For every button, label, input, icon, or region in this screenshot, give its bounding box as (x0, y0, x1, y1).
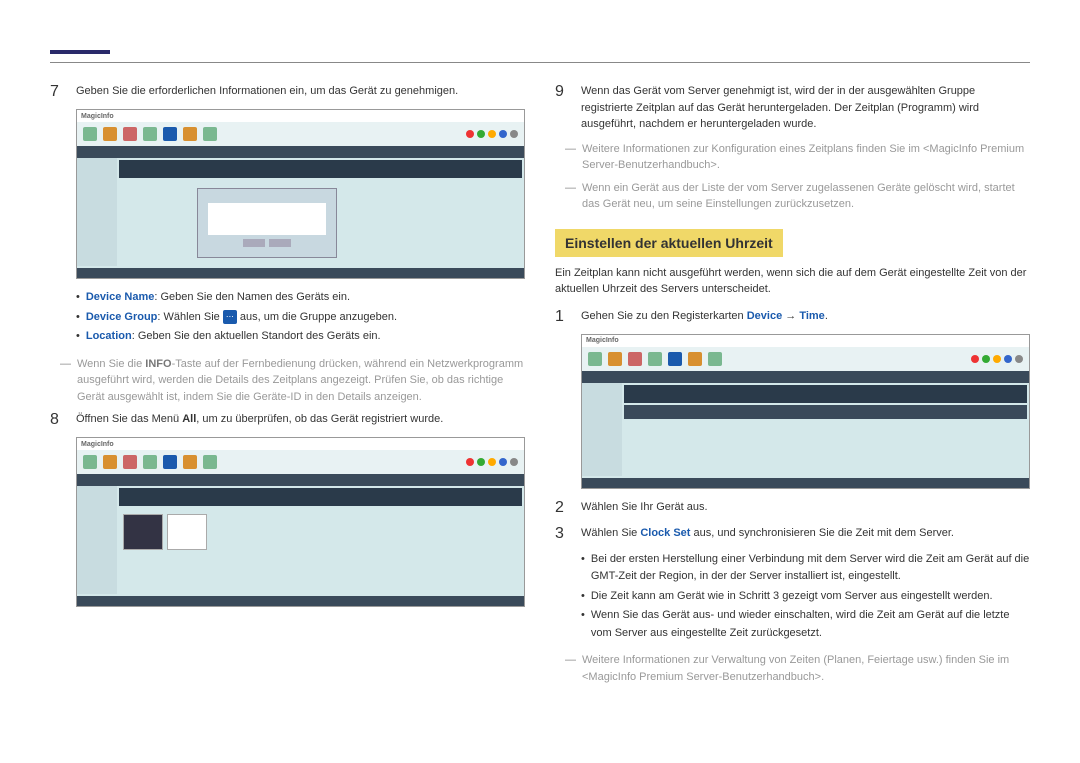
two-column-layout: 7 Geben Sie die erforderlichen Informati… (50, 83, 1030, 691)
bullet-step3: Die Zeit kann am Gerät wie in Schritt 3 … (581, 588, 1030, 606)
step-3: 3 Wählen Sie Clock Set aus, und synchron… (555, 525, 1030, 543)
step-9: 9 Wenn das Gerät vom Server genehmigt is… (555, 83, 1030, 133)
screenshot-toolbar (582, 347, 1029, 371)
step-number: 8 (50, 411, 66, 429)
section-heading: Einstellen der aktuellen Uhrzeit (555, 229, 783, 257)
screenshot-device-time: MagicInfo (581, 334, 1030, 489)
screenshot-toolbar (77, 122, 524, 146)
note-info-key: Wenn Sie die INFO-Taste auf der Fernbedi… (60, 356, 525, 406)
screenshot-toolbar (77, 450, 524, 474)
note-schedule-config: Weitere Informationen zur Konfiguration … (565, 141, 1030, 174)
step-text: Gehen Sie zu den Registerkarten Device →… (581, 308, 1030, 326)
right-column: 9 Wenn das Gerät vom Server genehmigt is… (555, 83, 1030, 691)
label: Device Group (86, 311, 158, 323)
step-text: Wählen Sie Clock Set aus, und synchronis… (581, 525, 1030, 543)
step-text: Geben Sie die erforderlichen Information… (76, 83, 525, 101)
step-text: Wählen Sie Ihr Gerät aus. (581, 499, 1030, 517)
screenshot-dialog (197, 188, 337, 258)
step-7: 7 Geben Sie die erforderlichen Informati… (50, 83, 525, 101)
chapter-rule (50, 50, 110, 54)
bullet-powercycle: Wenn Sie das Gerät aus- und wieder einsc… (581, 607, 1030, 642)
step-text: Öffnen Sie das Menü All, um zu überprüfe… (76, 411, 525, 429)
label: Location (86, 330, 132, 342)
bullet-location: Location: Geben Sie den aktuellen Stando… (76, 328, 525, 346)
screenshot-thumbnails (117, 508, 524, 556)
step-2: 2 Wählen Sie Ihr Gerät aus. (555, 499, 1030, 517)
step-8: 8 Öffnen Sie das Menü All, um zu überprü… (50, 411, 525, 429)
left-column: 7 Geben Sie die erforderlichen Informati… (50, 83, 525, 691)
screenshot-logo: MagicInfo (81, 441, 114, 448)
bullet-list-right: Bei der ersten Herstellung einer Verbind… (581, 551, 1030, 643)
step-text: Wenn das Gerät vom Server genehmigt ist,… (581, 83, 1030, 133)
step-1: 1 Gehen Sie zu den Registerkarten Device… (555, 308, 1030, 326)
bullet-device-name: Device Name: Geben Sie den Namen des Ger… (76, 289, 525, 307)
bullet-gmt: Bei der ersten Herstellung einer Verbind… (581, 551, 1030, 586)
note-device-deleted: Wenn ein Gerät aus der Liste der vom Ser… (565, 180, 1030, 213)
step-number: 2 (555, 499, 571, 517)
ellipsis-icon: ⋯ (223, 310, 237, 324)
screenshot-logo: MagicInfo (586, 337, 619, 344)
bullet-list: Device Name: Geben Sie den Namen des Ger… (76, 289, 525, 346)
screenshot-all-menu: MagicInfo (76, 437, 525, 607)
horizontal-rule (50, 62, 1030, 63)
section-intro: Ein Zeitplan kann nicht ausgeführt werde… (555, 265, 1030, 298)
screenshot-logo: MagicInfo (81, 113, 114, 120)
step-number: 9 (555, 83, 571, 133)
step-number: 7 (50, 83, 66, 101)
label: Device Name (86, 291, 155, 303)
note-time-management: Weitere Informationen zur Verwaltung von… (565, 652, 1030, 685)
page: 7 Geben Sie die erforderlichen Informati… (0, 0, 1080, 691)
bullet-device-group: Device Group: Wählen Sie ⋯ aus, um die G… (76, 309, 525, 327)
step-number: 3 (555, 525, 571, 543)
step-number: 1 (555, 308, 571, 326)
screenshot-approve-device: MagicInfo (76, 109, 525, 279)
